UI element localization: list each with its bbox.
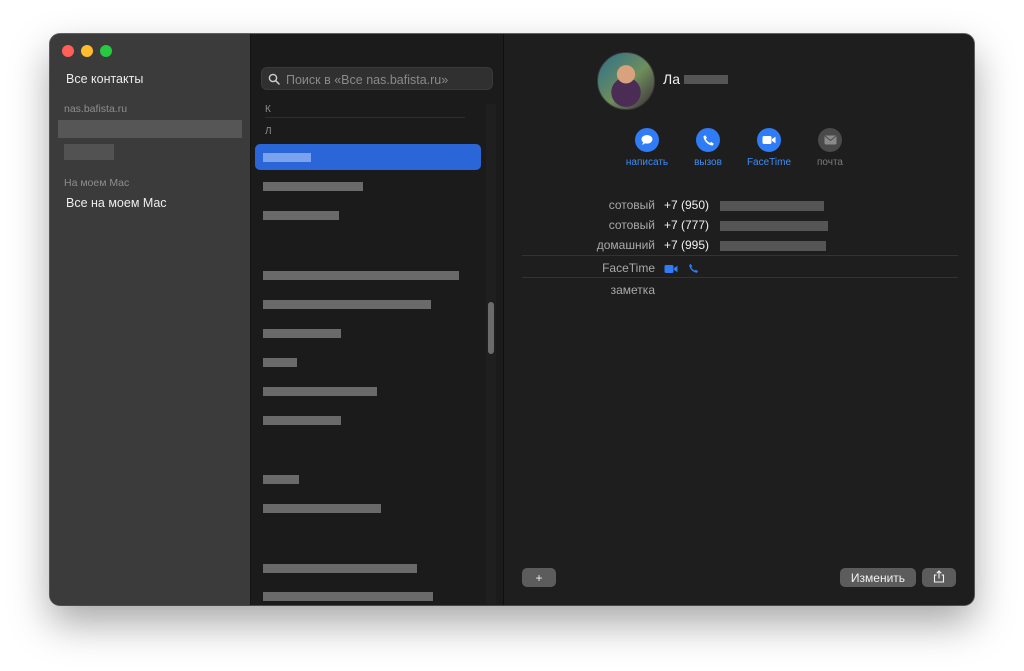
contact-row[interactable] bbox=[263, 358, 297, 367]
contact-row[interactable] bbox=[263, 564, 417, 573]
mail-label: почта bbox=[817, 157, 843, 168]
contact-name: Ла bbox=[663, 71, 680, 87]
mail-icon bbox=[818, 128, 842, 152]
message-label: написать bbox=[625, 157, 669, 168]
scrollbar[interactable] bbox=[486, 104, 496, 604]
video-icon bbox=[757, 128, 781, 152]
redacted-number bbox=[720, 201, 824, 211]
section-letter: К bbox=[265, 104, 271, 115]
contact-avatar[interactable] bbox=[597, 52, 655, 110]
call-button[interactable]: вызов bbox=[678, 128, 738, 168]
sidebar-redacted-group[interactable] bbox=[64, 144, 114, 160]
field-label-home: домашний bbox=[596, 238, 655, 252]
contact-row[interactable] bbox=[263, 211, 339, 220]
contact-row[interactable] bbox=[263, 329, 341, 338]
contact-row[interactable] bbox=[263, 416, 341, 425]
add-button[interactable]: + bbox=[522, 568, 556, 587]
contact-row-selected[interactable] bbox=[255, 144, 481, 170]
contact-row[interactable] bbox=[263, 475, 299, 484]
sidebar: Все контакты nas.bafista.ru На моем Mac … bbox=[50, 34, 251, 605]
field-label-mobile: сотовый bbox=[608, 198, 655, 212]
contact-row[interactable] bbox=[263, 300, 431, 309]
facetime-label: FaceTime bbox=[746, 157, 792, 168]
redacted-name bbox=[263, 153, 311, 162]
message-button[interactable]: написать bbox=[617, 128, 677, 168]
redacted-number bbox=[720, 221, 828, 231]
contacts-window: Все контакты nas.bafista.ru На моем Mac … bbox=[50, 34, 974, 605]
contact-row[interactable] bbox=[263, 504, 381, 513]
share-icon bbox=[933, 569, 945, 586]
share-button[interactable] bbox=[922, 568, 956, 587]
field-value-mobile[interactable]: +7 (950) bbox=[664, 198, 709, 212]
divider bbox=[522, 255, 958, 256]
field-label-facetime: FaceTime bbox=[602, 261, 655, 275]
search-field[interactable] bbox=[261, 67, 493, 90]
scrollbar-thumb[interactable] bbox=[488, 302, 494, 354]
contact-row[interactable] bbox=[263, 182, 363, 191]
edit-button[interactable]: Изменить bbox=[840, 568, 916, 587]
redacted-name bbox=[684, 75, 728, 84]
minimize-button[interactable] bbox=[81, 45, 93, 57]
call-label: вызов bbox=[694, 157, 722, 168]
mail-button: почта bbox=[800, 128, 860, 168]
section-letter: Л bbox=[265, 126, 272, 137]
contact-row[interactable] bbox=[263, 387, 377, 396]
field-label-note: заметка bbox=[610, 283, 655, 297]
phone-icon bbox=[696, 128, 720, 152]
sidebar-section-local: На моем Mac bbox=[64, 177, 130, 189]
facetime-button[interactable]: FaceTime bbox=[739, 128, 799, 168]
contact-row[interactable] bbox=[263, 271, 459, 280]
field-label-mobile: сотовый bbox=[608, 218, 655, 232]
message-icon bbox=[635, 128, 659, 152]
close-button[interactable] bbox=[62, 45, 74, 57]
sidebar-section-account: nas.bafista.ru bbox=[64, 103, 128, 115]
redacted-number bbox=[720, 241, 826, 251]
contact-detail: Ла написать вызов FaceTime почта сотовый… bbox=[504, 34, 974, 605]
contact-row[interactable] bbox=[263, 592, 433, 601]
search-input[interactable] bbox=[284, 70, 488, 89]
field-value-mobile[interactable]: +7 (777) bbox=[664, 218, 709, 232]
sidebar-item-all-on-mac[interactable]: Все на моем Mac bbox=[66, 196, 167, 210]
contact-list: К Л bbox=[251, 34, 504, 605]
search-icon bbox=[268, 72, 280, 90]
divider bbox=[522, 277, 958, 278]
zoom-button[interactable] bbox=[100, 45, 112, 57]
window-controls bbox=[62, 45, 112, 57]
divider bbox=[265, 117, 465, 118]
field-value-home[interactable]: +7 (995) bbox=[664, 238, 709, 252]
sidebar-item-all-contacts[interactable]: Все контакты bbox=[66, 72, 143, 86]
sidebar-redacted-group[interactable] bbox=[58, 120, 242, 138]
